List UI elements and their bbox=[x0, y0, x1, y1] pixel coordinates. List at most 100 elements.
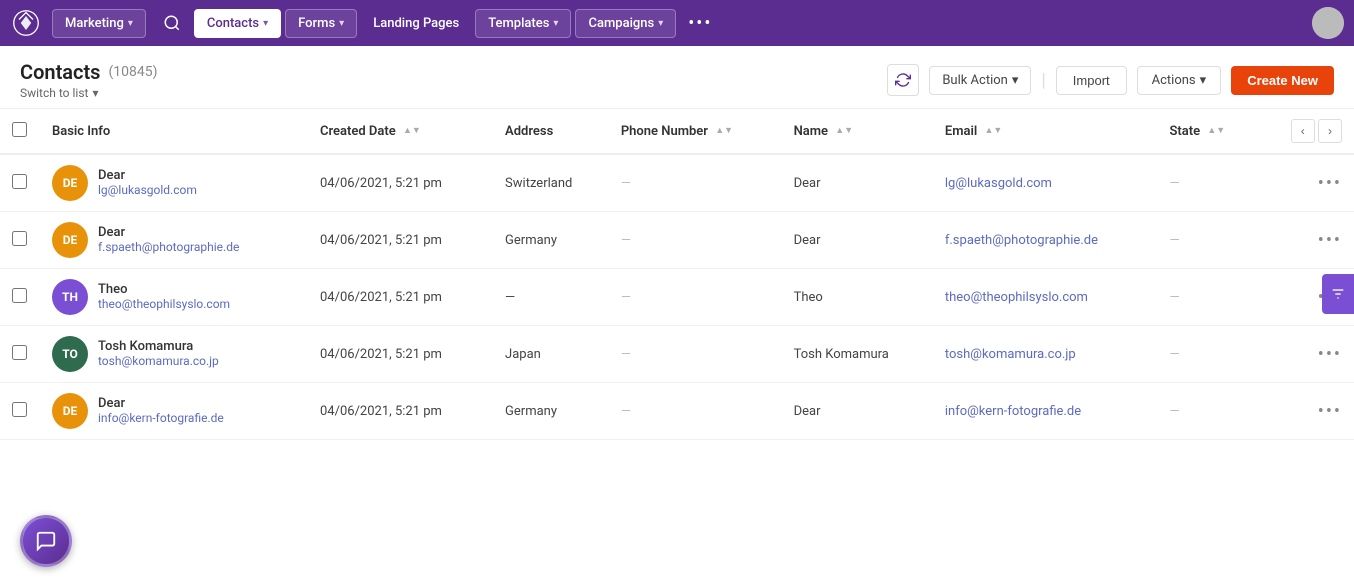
col-address: Address bbox=[493, 109, 609, 154]
nav-landing-pages[interactable]: Landing Pages bbox=[361, 10, 471, 37]
actions-dropdown[interactable]: Actions ▾ bbox=[1137, 66, 1222, 95]
contacts-title: Contacts bbox=[20, 60, 100, 84]
row-checkbox-cell bbox=[0, 154, 40, 212]
table-row: TO Tosh Komamura tosh@komamura.co.jp 04/… bbox=[0, 326, 1354, 383]
basic-info-cell: DE Dear info@kern-fotografie.de bbox=[40, 383, 308, 440]
email-link[interactable]: info@kern-fotografie.de bbox=[945, 404, 1081, 419]
nav-templates[interactable]: Templates ▾ bbox=[475, 9, 571, 38]
contact-email-link[interactable]: tosh@komamura.co.jp bbox=[98, 354, 219, 368]
name-cell: Tosh Komamura bbox=[782, 326, 933, 383]
nav-forms[interactable]: Forms ▾ bbox=[285, 9, 357, 38]
created-date-cell: 04/06/2021, 5:21 pm bbox=[308, 154, 493, 212]
contact-email-link[interactable]: theo@theophilsyslo.com bbox=[98, 297, 230, 311]
switch-to-list-label: Switch to list bbox=[20, 86, 88, 100]
contact-email-link[interactable]: f.spaeth@photographie.de bbox=[98, 240, 239, 254]
row-checkbox-5[interactable] bbox=[12, 402, 27, 417]
contact-email-link[interactable]: info@kern-fotografie.de bbox=[98, 411, 224, 425]
state-cell: — bbox=[1157, 154, 1258, 212]
row-checkbox-3[interactable] bbox=[12, 288, 27, 303]
created-date-cell: 04/06/2021, 5:21 pm bbox=[308, 212, 493, 269]
created-date-sort-icon: ▲▼ bbox=[403, 127, 421, 136]
created-date-cell: 04/06/2021, 5:21 pm bbox=[308, 326, 493, 383]
address-cell: Japan bbox=[493, 326, 609, 383]
basic-info-cell: TO Tosh Komamura tosh@komamura.co.jp bbox=[40, 326, 308, 383]
address-cell: Switzerland bbox=[493, 154, 609, 212]
app-logo[interactable] bbox=[10, 7, 42, 39]
nav-contacts[interactable]: Contacts ▾ bbox=[194, 9, 281, 38]
search-icon[interactable] bbox=[154, 5, 190, 41]
basic-info-cell: TH Theo theo@theophilsyslo.com bbox=[40, 269, 308, 326]
nav-contacts-label: Contacts bbox=[207, 16, 259, 31]
actions-chevron-icon: ▾ bbox=[1200, 73, 1207, 88]
separator: | bbox=[1041, 70, 1045, 91]
basic-info-cell: DE Dear lg@lukasgold.com bbox=[40, 154, 308, 212]
prev-page-button[interactable]: ‹ bbox=[1291, 119, 1315, 143]
bulk-action-label: Bulk Action bbox=[942, 73, 1008, 88]
create-new-label: Create New bbox=[1247, 73, 1318, 88]
avatar: DE bbox=[52, 393, 88, 429]
phone-cell: — bbox=[609, 269, 782, 326]
filter-panel-button[interactable] bbox=[1322, 274, 1354, 314]
contact-email-link[interactable]: lg@lukasgold.com bbox=[98, 183, 197, 197]
row-actions-cell: ••• bbox=[1259, 154, 1354, 212]
email-link[interactable]: tosh@komamura.co.jp bbox=[945, 347, 1076, 362]
chat-widget-button[interactable] bbox=[20, 515, 72, 567]
import-label: Import bbox=[1073, 73, 1110, 88]
created-date-cell: 04/06/2021, 5:21 pm bbox=[308, 269, 493, 326]
next-page-button[interactable]: › bbox=[1318, 119, 1342, 143]
bulk-action-dropdown[interactable]: Bulk Action ▾ bbox=[929, 66, 1031, 95]
nav-campaigns[interactable]: Campaigns ▾ bbox=[575, 9, 676, 38]
col-basic-info: Basic Info bbox=[40, 109, 308, 154]
col-state[interactable]: State ▲▼ bbox=[1157, 109, 1258, 154]
col-nav-arrows: ‹ › bbox=[1259, 109, 1354, 154]
create-new-button[interactable]: Create New bbox=[1231, 66, 1334, 95]
phone-cell: — bbox=[609, 154, 782, 212]
row-checkbox-1[interactable] bbox=[12, 174, 27, 189]
import-button[interactable]: Import bbox=[1056, 66, 1127, 95]
switch-to-list[interactable]: Switch to list ▾ bbox=[20, 86, 157, 100]
row-more-button[interactable]: ••• bbox=[1318, 173, 1342, 194]
email-sort-icon: ▲▼ bbox=[984, 127, 1002, 136]
email-link[interactable]: f.spaeth@photographie.de bbox=[945, 233, 1098, 248]
phone-cell: — bbox=[609, 383, 782, 440]
row-checkbox-4[interactable] bbox=[12, 345, 27, 360]
contact-name: Dear bbox=[98, 168, 197, 183]
select-all-checkbox[interactable] bbox=[12, 122, 27, 137]
email-cell: f.spaeth@photographie.de bbox=[933, 212, 1158, 269]
col-created-date[interactable]: Created Date ▲▼ bbox=[308, 109, 493, 154]
col-phone-number[interactable]: Phone Number ▲▼ bbox=[609, 109, 782, 154]
row-checkbox-cell bbox=[0, 326, 40, 383]
nav-campaigns-label: Campaigns bbox=[588, 16, 654, 31]
state-cell: — bbox=[1157, 383, 1258, 440]
row-more-button[interactable]: ••• bbox=[1318, 401, 1342, 422]
col-email[interactable]: Email ▲▼ bbox=[933, 109, 1158, 154]
table-row: DE Dear f.spaeth@photographie.de 04/06/2… bbox=[0, 212, 1354, 269]
table-header-row: Basic Info Created Date ▲▼ Address Phone… bbox=[0, 109, 1354, 154]
row-checkbox-cell bbox=[0, 212, 40, 269]
email-link[interactable]: lg@lukasgold.com bbox=[945, 176, 1052, 191]
state-sort-icon: ▲▼ bbox=[1207, 127, 1225, 136]
actions-label: Actions bbox=[1152, 73, 1196, 88]
state-cell: — bbox=[1157, 326, 1258, 383]
email-link[interactable]: theo@theophilsyslo.com bbox=[945, 290, 1088, 305]
page-content: Contacts (10845) Switch to list ▾ Bulk A… bbox=[0, 46, 1354, 587]
user-avatar[interactable] bbox=[1312, 7, 1344, 39]
nav-templates-label: Templates bbox=[488, 16, 549, 31]
table-row: TH Theo theo@theophilsyslo.com 04/06/202… bbox=[0, 269, 1354, 326]
nav-marketing[interactable]: Marketing ▾ bbox=[52, 9, 146, 38]
row-checkbox-2[interactable] bbox=[12, 231, 27, 246]
page-title-area: Contacts (10845) Switch to list ▾ bbox=[20, 60, 157, 100]
contact-name: Dear bbox=[98, 225, 239, 240]
refresh-button[interactable] bbox=[887, 64, 919, 96]
nav-more[interactable]: ••• bbox=[680, 7, 720, 40]
page-header: Contacts (10845) Switch to list ▾ Bulk A… bbox=[0, 46, 1354, 109]
phone-cell: — bbox=[609, 326, 782, 383]
row-actions-cell: ••• bbox=[1259, 383, 1354, 440]
row-more-button[interactable]: ••• bbox=[1318, 230, 1342, 251]
forms-chevron-icon: ▾ bbox=[339, 18, 344, 29]
address-cell: — bbox=[493, 269, 609, 326]
contacts-count: (10845) bbox=[108, 64, 157, 80]
row-more-button[interactable]: ••• bbox=[1318, 344, 1342, 365]
name-cell: Dear bbox=[782, 212, 933, 269]
col-name[interactable]: Name ▲▼ bbox=[782, 109, 933, 154]
